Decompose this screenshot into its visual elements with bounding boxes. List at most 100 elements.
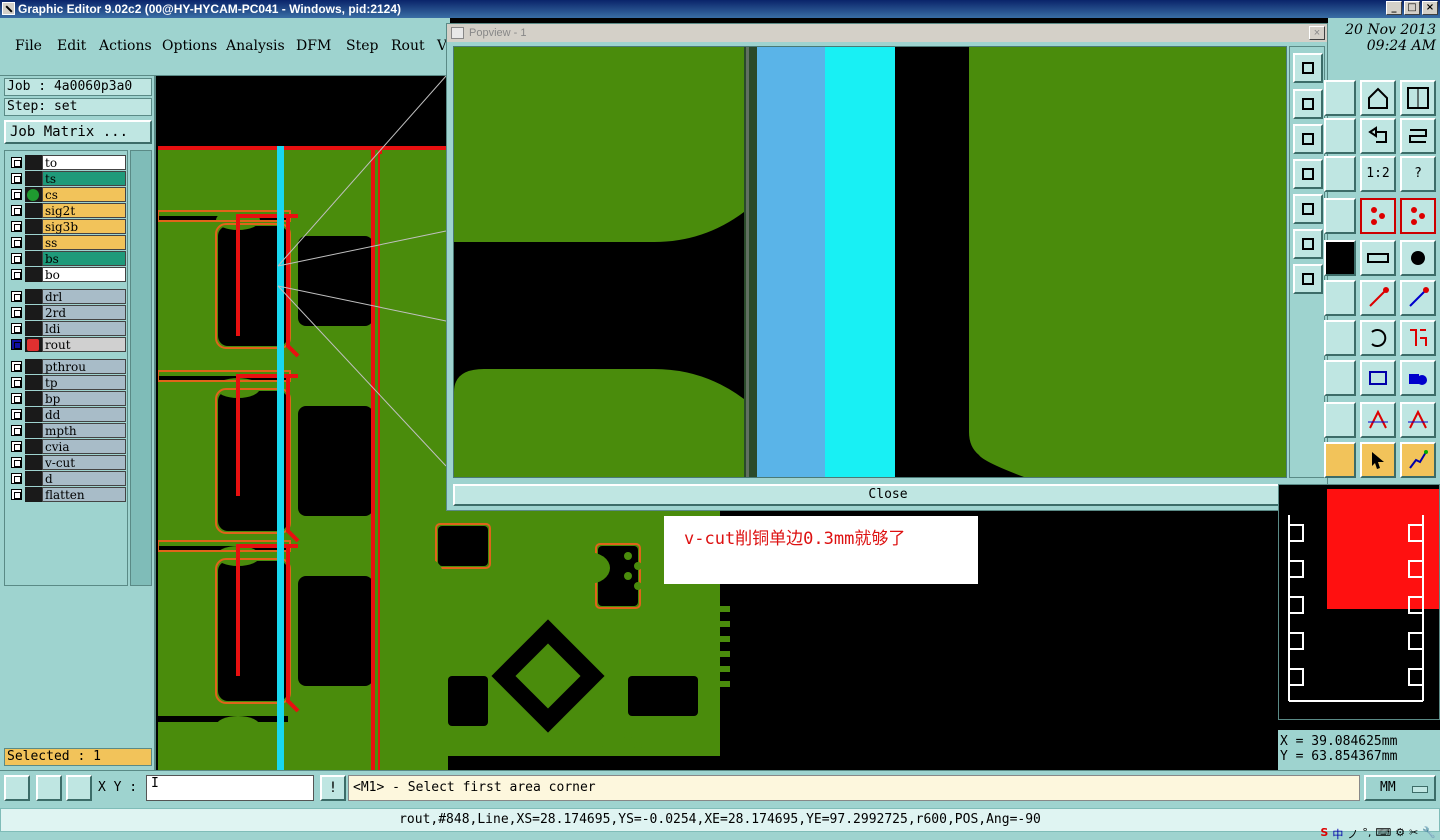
layer-affected-cell[interactable] [25, 407, 42, 422]
pan-right-tool[interactable] [1293, 194, 1323, 224]
popview-window[interactable]: Popview - 1 × Close [446, 23, 1328, 511]
tray-moon-icon[interactable]: ノ [1347, 826, 1358, 840]
measure-tool[interactable] [1324, 360, 1356, 396]
layer-name[interactable]: cs [42, 187, 126, 202]
zoom-fit-tool[interactable] [1293, 53, 1323, 83]
layer-name[interactable]: dd [42, 407, 126, 422]
layer-checkbox[interactable] [11, 253, 22, 264]
layer-affected-cell[interactable] [25, 305, 42, 320]
menu-edit[interactable]: Edit [57, 38, 86, 54]
layer-affected-cell[interactable] [25, 359, 42, 374]
layer-name[interactable]: cvia [42, 439, 126, 454]
tray-lang-icon[interactable]: 中 [1332, 826, 1343, 840]
layer-name[interactable]: ss [42, 235, 126, 250]
layer-affected-cell[interactable] [25, 155, 42, 170]
layer-affected-cell[interactable] [25, 235, 42, 250]
layer-row-flatten[interactable]: flatten [7, 487, 127, 502]
layer-checkbox[interactable] [11, 307, 22, 318]
line-move-icon[interactable] [1400, 280, 1436, 316]
menu-file[interactable]: File [15, 38, 42, 54]
layer-affected-cell[interactable] [25, 439, 42, 454]
home-zoom-tool[interactable] [1324, 80, 1356, 116]
layer-row-mpth[interactable]: mpth [7, 423, 127, 438]
layer-checkbox[interactable] [11, 173, 22, 184]
layer-row-sig3b[interactable]: sig3b [7, 219, 127, 234]
layer-checkbox[interactable] [11, 237, 22, 248]
layer-affected-cell[interactable] [25, 391, 42, 406]
layer-affected-cell[interactable] [25, 375, 42, 390]
layer-checkbox[interactable] [11, 361, 22, 372]
menu-analysis[interactable]: Analysis [226, 38, 285, 54]
pan-left-tool[interactable] [1293, 159, 1323, 189]
layer-row-ldi[interactable]: ldi [7, 321, 127, 336]
menu-rout[interactable]: Rout [391, 38, 425, 54]
layer-row-d[interactable]: d [7, 471, 127, 486]
close-window-button[interactable]: × [1422, 1, 1438, 15]
layer-name[interactable]: rout [42, 337, 126, 352]
layer-name[interactable]: to [42, 155, 126, 170]
layer-row-bs[interactable]: bs [7, 251, 127, 266]
layer-name[interactable]: d [42, 471, 126, 486]
angle-mode-icon[interactable] [36, 775, 62, 801]
layer-name[interactable]: tp [42, 375, 126, 390]
layer-row-rout[interactable]: rout [7, 337, 127, 352]
zoom-area-tool[interactable] [1324, 156, 1356, 192]
layer-checkbox[interactable] [11, 221, 22, 232]
layer-list-scrollbar[interactable] [130, 150, 152, 586]
layer-row-2rd[interactable]: 2rd [7, 305, 127, 320]
layer-affected-cell[interactable] [25, 289, 42, 304]
layer-checkbox[interactable] [11, 269, 22, 280]
popview-close-x-button[interactable]: × [1309, 26, 1325, 40]
home-icon[interactable] [1360, 80, 1396, 116]
menu-actions[interactable]: Actions [99, 38, 152, 54]
angle-tool[interactable] [1324, 402, 1356, 438]
layer-name[interactable]: bo [42, 267, 126, 282]
layer-row-v-cut[interactable]: v-cut [7, 455, 127, 470]
layer-affected-cell[interactable] [25, 423, 42, 438]
delete-tool[interactable] [1324, 280, 1356, 316]
tray-settings-icon[interactable]: ⚙ [1395, 826, 1405, 840]
triangle-alt-icon[interactable] [1400, 402, 1436, 438]
layer-checkbox[interactable] [11, 291, 22, 302]
ruler-icon[interactable] [1360, 240, 1396, 276]
tray-tool-icon[interactable]: 🔧 [1422, 826, 1436, 840]
layer-affected-cell[interactable] [25, 487, 42, 502]
layer-row-tp[interactable]: tp [7, 375, 127, 390]
tray-punct-icon[interactable]: °, [1362, 826, 1371, 840]
split-line-icon[interactable] [1400, 320, 1436, 356]
layer-name[interactable]: ldi [42, 321, 126, 336]
arc-icon[interactable] [1360, 320, 1396, 356]
layer-name[interactable]: 2rd [42, 305, 126, 320]
layer-name[interactable]: drl [42, 289, 126, 304]
net-highlight-icon[interactable] [1400, 198, 1436, 234]
layer-affected-cell[interactable] [25, 455, 42, 470]
tray-keyboard-icon[interactable]: ⌨ [1375, 826, 1391, 840]
layer-checkbox[interactable] [11, 339, 22, 350]
pan-down-tool[interactable] [1293, 124, 1323, 154]
layer-row-to[interactable]: to [7, 155, 127, 170]
help-button[interactable]: ? [1400, 156, 1436, 192]
layer-checkbox[interactable] [11, 189, 22, 200]
layer-checkbox[interactable] [11, 473, 22, 484]
minimize-button[interactable]: _ [1386, 1, 1402, 15]
units-select[interactable]: MM [1364, 775, 1436, 801]
layer-affected-cell[interactable] [25, 251, 42, 266]
layer-name[interactable]: sig3b [42, 219, 126, 234]
layer-checkbox[interactable] [11, 205, 22, 216]
dimension-icon[interactable] [1360, 360, 1396, 396]
snap-mode-icon[interactable] [4, 775, 30, 801]
layer-checkbox[interactable] [11, 425, 22, 436]
layer-name[interactable]: ts [42, 171, 126, 186]
job-matrix-button[interactable]: Job Matrix ... [4, 120, 152, 144]
tray-ime-icon[interactable]: S [1320, 826, 1328, 840]
grid-mode-icon[interactable] [66, 775, 92, 801]
route-icon[interactable] [1400, 442, 1436, 478]
layer-checkbox[interactable] [11, 157, 22, 168]
layer-name[interactable]: bp [42, 391, 126, 406]
layer-checkbox[interactable] [11, 393, 22, 404]
layer-row-bp[interactable]: bp [7, 391, 127, 406]
layer-row-ss[interactable]: ss [7, 235, 127, 250]
snap-icon[interactable] [1400, 118, 1436, 154]
pan-up-tool[interactable] [1293, 89, 1323, 119]
pad-icon[interactable] [1400, 240, 1436, 276]
